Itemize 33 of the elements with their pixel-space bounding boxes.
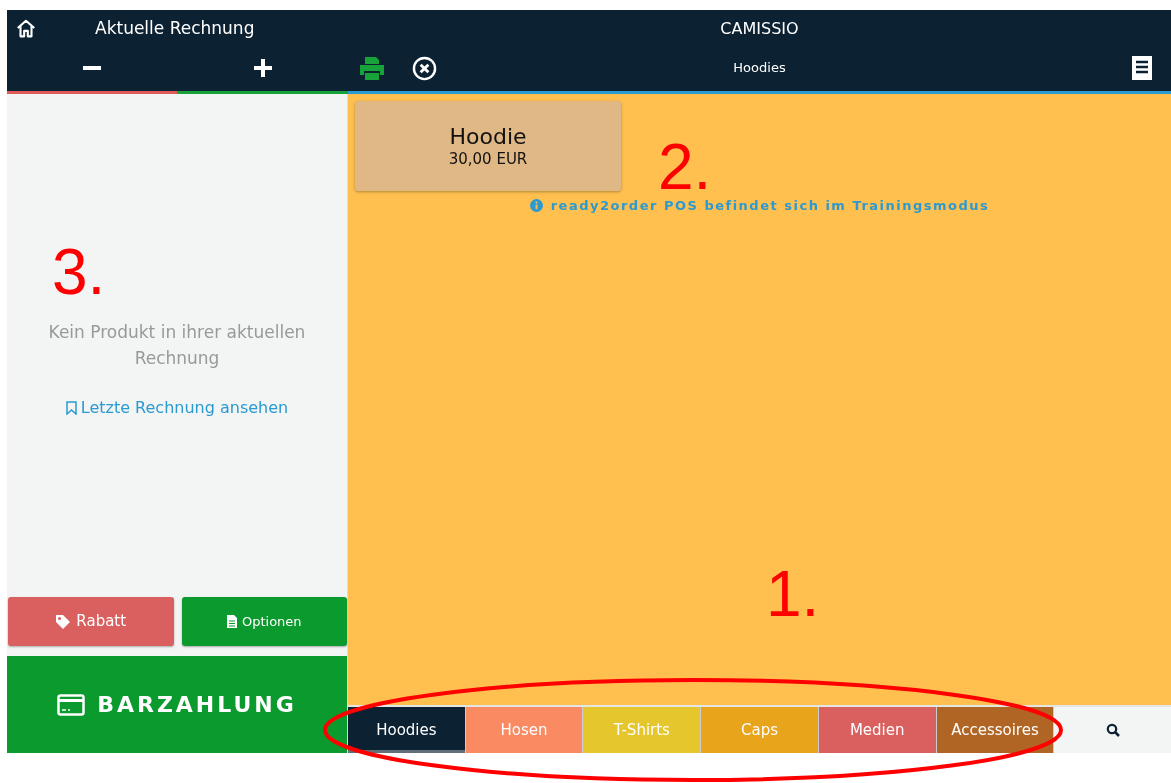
screen-title: Aktuelle Rechnung: [95, 17, 255, 41]
cash-payment-button[interactable]: BARZAHLUNG: [7, 656, 347, 753]
close-icon[interactable]: [412, 55, 437, 81]
plus-button[interactable]: [253, 59, 272, 77]
plus-icon: [253, 59, 272, 77]
bookmark-icon: [65, 400, 77, 415]
category-tab[interactable]: Accessoires: [936, 707, 1055, 753]
category-tab[interactable]: Medien: [818, 707, 937, 753]
minus-button[interactable]: [83, 66, 102, 70]
annotation-number: 1.: [766, 562, 820, 626]
minus-icon: [83, 66, 102, 70]
info-icon: [529, 199, 543, 213]
credit-card-icon: [57, 693, 86, 716]
tag-icon: [55, 613, 72, 630]
discount-button[interactable]: Rabatt: [8, 597, 174, 646]
search-icon: [1105, 723, 1120, 738]
category-tab[interactable]: Hoodies: [348, 707, 466, 753]
brand-name: CAMISSIO: [720, 18, 799, 40]
last-receipt-link[interactable]: Letzte Rechnung ansehen: [65, 395, 289, 420]
empty-receipt-message: Kein Produkt in ihrer aktuellen Rechnung: [47, 321, 307, 371]
annotation-number: 3.: [52, 240, 106, 304]
home-icon[interactable]: [15, 18, 37, 40]
category-tab[interactable]: Caps: [701, 707, 819, 753]
category-tab[interactable]: Hosen: [465, 707, 584, 753]
options-button[interactable]: Optionen: [181, 597, 347, 646]
document-icon: [226, 615, 237, 628]
category-title: Hoodies: [733, 59, 786, 78]
training-mode-notice: ready2order POS befindet sich im Trainingsmodus: [550, 197, 990, 215]
search-button[interactable]: [1054, 707, 1171, 753]
product-tile[interactable]: Hoodie 30,00 EUR: [355, 101, 621, 191]
receipt-icon[interactable]: [1131, 55, 1153, 81]
annotation-number: 2.: [658, 135, 712, 199]
printer-icon[interactable]: [358, 55, 386, 81]
